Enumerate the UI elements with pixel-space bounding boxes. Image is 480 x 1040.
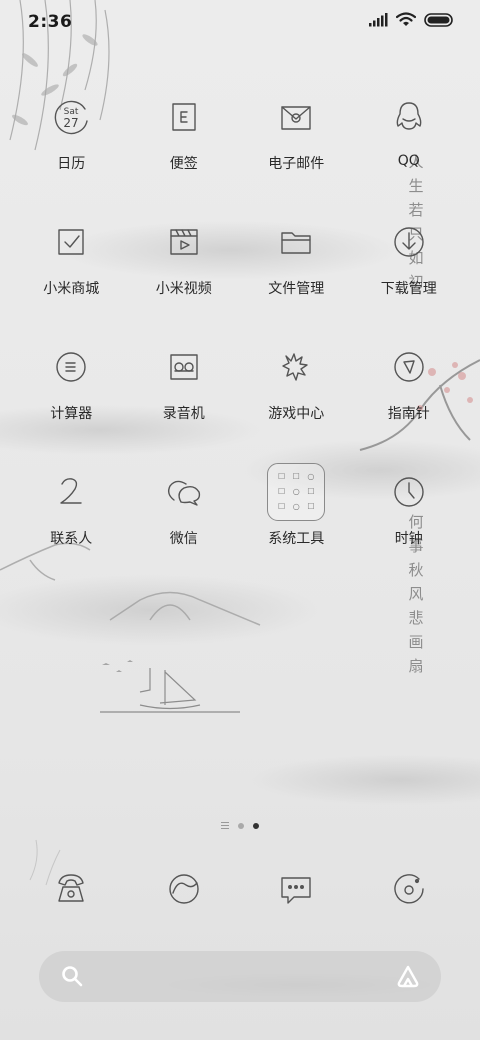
voice-assistant-icon[interactable] (395, 964, 421, 988)
folder-preview-icon: ☐ (307, 501, 315, 511)
mi-video-icon (162, 220, 206, 264)
wechat-icon (162, 470, 206, 514)
folder-preview-icon: ☐ (307, 486, 315, 496)
browser-icon[interactable] (162, 867, 206, 911)
compass-icon (387, 345, 431, 389)
battery-icon (424, 12, 453, 27)
app-label: 小米视频 (155, 281, 212, 297)
app-label: 联系人 (50, 531, 93, 547)
calendar-icon: Sat 27 (49, 95, 93, 139)
contacts-icon (49, 470, 93, 514)
app-file-manager[interactable]: 文件管理 (240, 220, 353, 345)
app-contacts[interactable]: 联系人 (15, 470, 128, 595)
app-label: 计算器 (50, 406, 93, 422)
app-label: 系统工具 (268, 531, 325, 547)
download-icon (387, 220, 431, 264)
messages-icon[interactable] (274, 867, 318, 911)
mi-store-icon (49, 220, 93, 264)
app-calculator[interactable]: 计算器 (15, 345, 128, 470)
page-dot-2[interactable] (238, 822, 244, 829)
status-icons (368, 12, 454, 27)
app-game-center[interactable]: 游戏中心 (240, 345, 353, 470)
app-download-manager[interactable]: 下载管理 (353, 220, 466, 345)
app-label: 下载管理 (380, 281, 437, 297)
camera-icon[interactable] (387, 867, 431, 911)
page-indicator (0, 822, 480, 829)
app-label: QQ (397, 153, 420, 169)
email-icon (274, 95, 318, 139)
folder-preview-icon: ☐ (277, 501, 286, 511)
app-email[interactable]: 电子邮件 (240, 95, 353, 220)
search-icon[interactable] (61, 965, 83, 987)
app-mi-video[interactable]: 小米视频 (128, 220, 241, 345)
status-time: 2:36 (28, 12, 73, 32)
phone-icon[interactable] (49, 867, 93, 911)
qq-icon (387, 95, 431, 139)
app-label: 小米商城 (43, 281, 100, 297)
page-dot-1[interactable] (221, 822, 229, 829)
app-label: 指南针 (387, 406, 430, 422)
folder-preview-icon: ○ (307, 472, 315, 482)
app-label: 录音机 (162, 406, 205, 422)
folder-preview-icon: ☐ (277, 486, 286, 496)
poem-char: 悲 (408, 609, 424, 627)
app-label: 电子邮件 (268, 156, 325, 172)
clock-icon (387, 470, 431, 514)
app-qq[interactable]: QQ (353, 95, 466, 220)
folder-preview-icon: ○ (292, 501, 300, 511)
system-tools-folder-icon: ☐ ☐ ○ ☐ ○ ☐ ☐ ○ ☐ (267, 463, 326, 521)
app-clock[interactable]: 时钟 (353, 470, 466, 595)
app-system-tools-folder[interactable]: ☐ ☐ ○ ☐ ○ ☐ ☐ ○ ☐ 系统工具 (240, 463, 353, 595)
game-center-icon (274, 345, 318, 389)
folder-icon (274, 220, 318, 264)
app-calendar[interactable]: Sat 27 日历 (15, 95, 128, 220)
dock (15, 867, 465, 911)
folder-preview-icon: ☐ (277, 472, 286, 482)
app-recorder[interactable]: 录音机 (128, 345, 241, 470)
app-wechat[interactable]: 微信 (128, 470, 241, 595)
app-label: 日历 (57, 156, 86, 172)
app-notes[interactable]: 便签 (128, 95, 241, 220)
recorder-icon (162, 345, 206, 389)
page-dot-3-active[interactable] (253, 822, 259, 829)
status-bar: 2:36 (0, 0, 480, 42)
app-label: 时钟 (394, 531, 423, 547)
app-compass[interactable]: 指南针 (353, 345, 466, 470)
poem-char: 画 (408, 633, 424, 651)
search-bar[interactable] (39, 951, 441, 1002)
poem-char: 扇 (408, 657, 424, 675)
calendar-day: 27 (64, 116, 79, 130)
app-label: 文件管理 (268, 281, 325, 297)
signal-icon (369, 12, 388, 26)
app-label: 游戏中心 (268, 406, 325, 422)
calculator-icon (49, 345, 93, 389)
app-label: 微信 (169, 531, 198, 547)
folder-preview-icon: ☐ (292, 472, 300, 482)
app-grid: Sat 27 日历 便签 电子邮件 QQ 小米商城 小米视频 文件管理 下载管理… (15, 95, 465, 595)
notes-icon (162, 95, 206, 139)
app-label: 便签 (169, 156, 198, 172)
wifi-icon (396, 12, 416, 26)
app-mi-store[interactable]: 小米商城 (15, 220, 128, 345)
folder-preview-icon: ○ (292, 486, 300, 496)
